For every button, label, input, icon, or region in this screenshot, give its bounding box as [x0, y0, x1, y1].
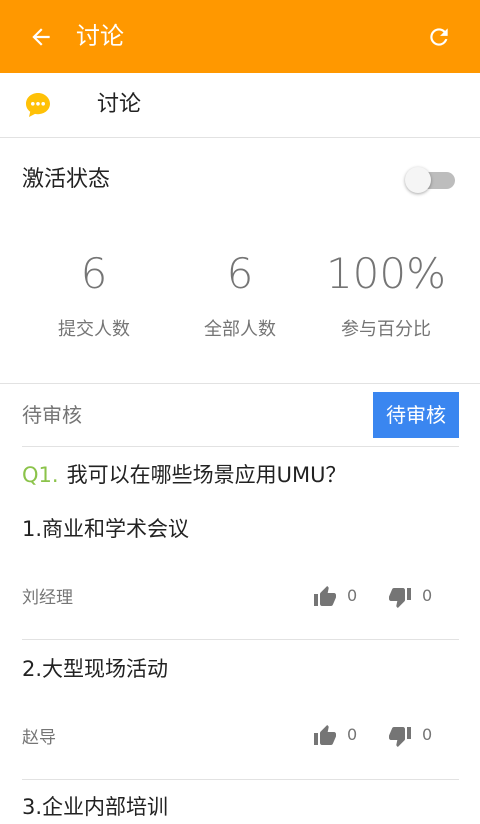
question-title: Q1. 我可以在哪些场景应用UMU？ [22, 458, 346, 492]
answer-author: 刘经理 [22, 588, 73, 608]
activation-toggle[interactable] [405, 167, 455, 193]
question-text: 我可以在哪些场景应用UMU？ [66, 463, 347, 487]
stat-caption: 参与百分比 [341, 319, 431, 340]
divider [22, 779, 459, 780]
dislike-button[interactable]: 0 [388, 583, 448, 613]
divider [22, 639, 459, 640]
stat-value: 6 [226, 249, 254, 298]
toggle-thumb [405, 167, 431, 193]
stat-caption: 提交人数 [58, 319, 130, 340]
like-button[interactable]: 0 [313, 722, 373, 752]
refresh-icon[interactable] [426, 24, 452, 50]
activation-label: 激活状态 [22, 167, 111, 192]
dislike-count: 0 [422, 725, 433, 744]
page-title: 讨论 [76, 22, 124, 50]
thumbs-down-icon [389, 588, 411, 608]
dislike-button[interactable]: 0 [388, 722, 448, 752]
stat-value: 6 [80, 249, 108, 298]
answer-author: 赵导 [22, 728, 56, 748]
thumbs-up-icon [314, 725, 336, 745]
stat-value: 100% [325, 249, 447, 298]
stat-percentage: 100% 参与百分比 [306, 245, 466, 343]
divider [22, 446, 459, 447]
thumbs-down-icon [389, 727, 411, 747]
divider [0, 383, 480, 384]
question-number: Q1. [22, 463, 59, 487]
pending-review-label: 待审核 [22, 403, 82, 427]
stat-total: 6 全部人数 [160, 245, 320, 343]
like-button[interactable]: 0 [313, 583, 373, 613]
thumbs-up-icon [314, 586, 336, 606]
answer-title: 1.商业和学术会议 [22, 517, 190, 541]
pending-review-button[interactable]: 待审核 [373, 392, 459, 438]
chat-bubble-icon [26, 93, 50, 117]
dislike-count: 0 [422, 586, 433, 605]
like-count: 0 [347, 586, 358, 605]
app-bar: 讨论 [0, 0, 480, 73]
answer-title: 3.企业内部培训 [22, 795, 169, 819]
stat-caption: 全部人数 [204, 319, 276, 340]
like-count: 0 [347, 725, 358, 744]
arrow-left-icon[interactable] [28, 24, 54, 50]
section-title: 讨论 [97, 92, 142, 117]
stat-submitted: 6 提交人数 [14, 245, 174, 343]
answer-title: 2.大型现场活动 [22, 657, 169, 681]
section-header: 讨论 [0, 73, 480, 138]
